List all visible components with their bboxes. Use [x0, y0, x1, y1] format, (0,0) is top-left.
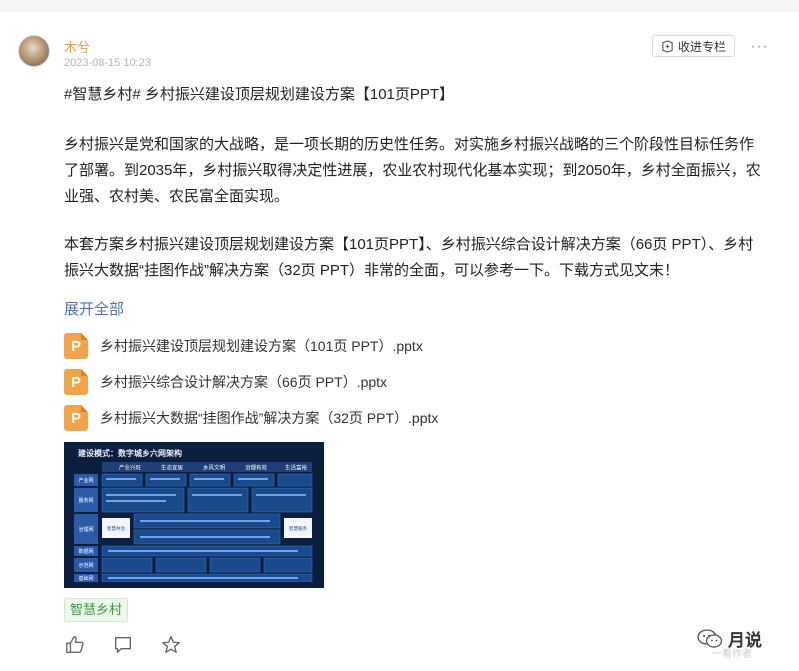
pptx-file-icon: P	[64, 333, 88, 359]
star-icon[interactable]	[160, 634, 182, 656]
attachment-file-name: 乡村振兴综合设计解决方案（66页 PPT）.pptx	[100, 374, 388, 390]
expand-all-link[interactable]: 展开全部	[64, 298, 124, 319]
post-paragraph-1: 乡村振兴是党和国家的大战略，是一项长期的历史性任务。对实施乡村振兴战略的三个阶段…	[64, 136, 761, 205]
collect-label: 收进专栏	[678, 39, 727, 54]
thumbnail-diagram: 产业兴旺 生态宜居 乡风文明 治理有效 生活富裕 产业网 服务网 治理网 数据网…	[74, 462, 313, 582]
thumbnail-row-label: 示范网	[78, 562, 93, 569]
thumbnail-column-label: 生态宜居	[161, 464, 184, 472]
topic-tag[interactable]: 智慧乡村	[64, 598, 129, 622]
thumbnail-column-label: 生活富裕	[285, 464, 308, 472]
author-avatar[interactable]	[18, 35, 50, 67]
attachment-file-1[interactable]: P 乡村振兴建设顶层规划建设方案（101页 PPT）.pptx	[64, 333, 423, 359]
post-actions	[64, 634, 182, 656]
post-time: 2023-08-15 10:23	[64, 57, 151, 69]
author-name[interactable]: 木兮	[64, 37, 90, 56]
post-image-thumbnail[interactable]: 建设模式：数字城乡六网架构 产业兴旺 生态宜居 乡风文明 治理有效 生活富裕 产…	[64, 442, 324, 588]
attachment-file-name: 乡村振兴建设顶层规划建设方案（101页 PPT）.pptx	[100, 338, 423, 354]
collect-icon	[662, 39, 673, 53]
thumbnail-row-label: 数据网	[78, 548, 93, 555]
post-title: #智慧乡村# 乡村振兴建设顶层规划建设方案【101页PPT】	[64, 86, 455, 103]
thumbnail-title: 建设模式：数字城乡六网架构	[78, 449, 182, 458]
attachment-file-3[interactable]: P 乡村振兴大数据“挂图作战”解决方案（32页 PPT）.pptx	[64, 405, 438, 431]
watermark-subtext: 一看作者	[712, 649, 752, 660]
thumbnail-row-label: 治理网	[78, 526, 93, 533]
thumbnail-row-label: 产业网	[78, 477, 93, 484]
thumbnail-left-badge: 智慧共治	[107, 525, 125, 532]
pptx-file-icon: P	[64, 369, 88, 395]
thumbnail-column-label: 治理有效	[245, 464, 268, 472]
collect-to-column-button[interactable]: 收进专栏	[652, 35, 736, 57]
thumbnail-column-label: 产业兴旺	[119, 464, 142, 472]
thumbnail-right-badge: 智慧服务	[289, 525, 307, 532]
comment-icon[interactable]	[112, 634, 134, 656]
pptx-file-icon: P	[64, 405, 88, 431]
like-icon[interactable]	[64, 634, 86, 656]
post-paragraph-2: 本套方案乡村振兴建设顶层规划建设方案【101页PPT】、乡村振兴综合设计解决方案…	[64, 236, 754, 279]
thumbnail-row-label: 基础网	[78, 575, 93, 582]
top-bar	[0, 0, 799, 12]
more-icon[interactable]: ···	[750, 38, 769, 56]
thumbnail-column-label: 乡风文明	[203, 464, 226, 472]
attachment-file-name: 乡村振兴大数据“挂图作战”解决方案（32页 PPT）.pptx	[100, 410, 439, 426]
attachment-file-2[interactable]: P 乡村振兴综合设计解决方案（66页 PPT）.pptx	[64, 369, 387, 395]
thumbnail-row-label: 服务网	[78, 497, 93, 504]
